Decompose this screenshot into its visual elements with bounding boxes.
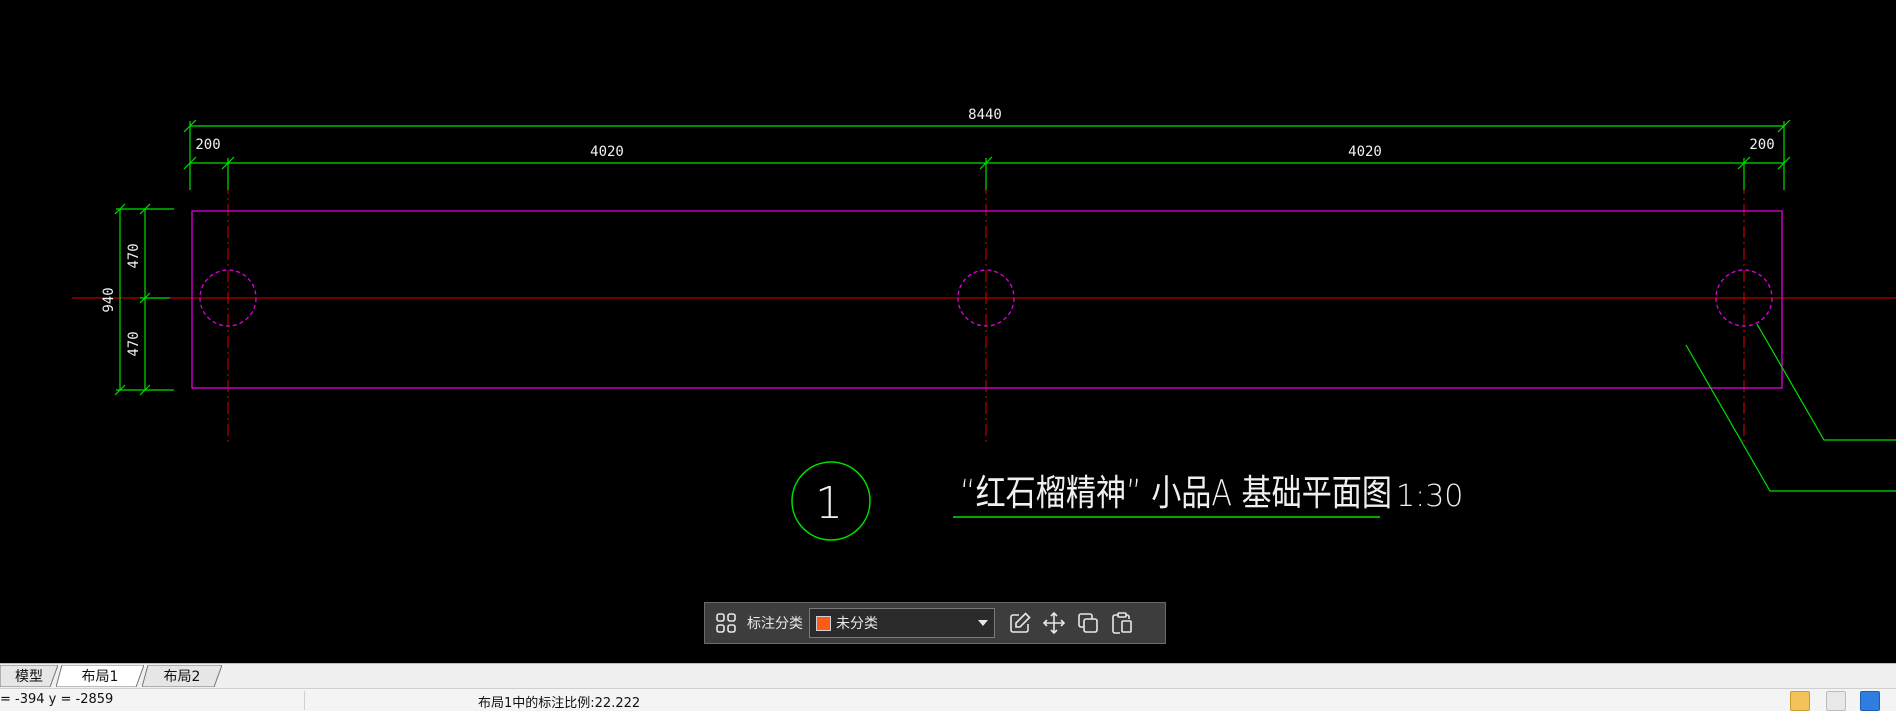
drawing-title: “红石榴精神” 小品A 基础平面图: [960, 473, 1392, 514]
tab-layout1[interactable]: 布局1: [56, 665, 144, 687]
drawing-scale: 1:30: [1396, 479, 1463, 514]
dim-text-left-span: 4020: [590, 144, 624, 160]
tab-layout2[interactable]: 布局2: [142, 665, 222, 687]
tab-layout1-label: 布局1: [81, 669, 119, 685]
edit-icon[interactable]: [1003, 606, 1037, 640]
layout-tab-bar: 模型 布局1 布局2: [0, 663, 1896, 688]
annotation-toolbar: 标注分类 未分类: [704, 602, 1166, 644]
grid-icon[interactable]: [709, 606, 743, 640]
annotation-category-label: 标注分类: [747, 616, 803, 632]
annotation-category-select[interactable]: 未分类: [809, 608, 995, 638]
category-color-swatch: [816, 615, 831, 631]
snap-icon[interactable]: [1826, 691, 1846, 711]
copy-icon[interactable]: [1071, 606, 1105, 640]
grid-bubble-number: 1: [815, 478, 843, 529]
status-bar: = -394 y = -2859 布局1中的标注比例:22.222: [0, 688, 1896, 711]
dim-text-total-height: 940: [101, 287, 117, 312]
dim-text-right-end: 200: [1749, 137, 1774, 153]
dim-text-left-end: 200: [195, 137, 220, 153]
dim-text-overall: 8440: [968, 107, 1002, 123]
chevron-down-icon: [978, 620, 988, 626]
dim-text-lower-half: 470: [126, 331, 142, 356]
centerlines: [72, 160, 1896, 445]
tab-model-label: 模型: [15, 669, 43, 685]
category-select-value: 未分类: [836, 616, 878, 632]
leader-line-upper: [1756, 323, 1896, 441]
paste-icon[interactable]: [1105, 606, 1139, 640]
foundation-outline: [191, 210, 1783, 389]
dimension-texts: 8440 200 4020 4020 200 940 470 470: [101, 107, 1775, 357]
foundation-rectangle: [191, 210, 1783, 389]
cursor-coordinates: = -394 y = -2859: [0, 692, 114, 707]
tab-layout2-label: 布局2: [163, 669, 201, 685]
tab-model[interactable]: 模型: [0, 665, 58, 687]
display-icon[interactable]: [1860, 691, 1880, 711]
cad-drawing-canvas[interactable]: 8440 200 4020 4020 200 940 470 470 1 “红石…: [0, 0, 1896, 663]
layer-icon[interactable]: [1790, 691, 1810, 711]
leader-line-lower: [1685, 344, 1896, 492]
dim-text-upper-half: 470: [126, 243, 142, 268]
status-divider: [304, 691, 305, 710]
dim-text-right-span: 4020: [1348, 144, 1382, 160]
annotation-scale-status: 布局1中的标注比例:22.222: [478, 696, 641, 711]
move-icon[interactable]: [1037, 606, 1071, 640]
